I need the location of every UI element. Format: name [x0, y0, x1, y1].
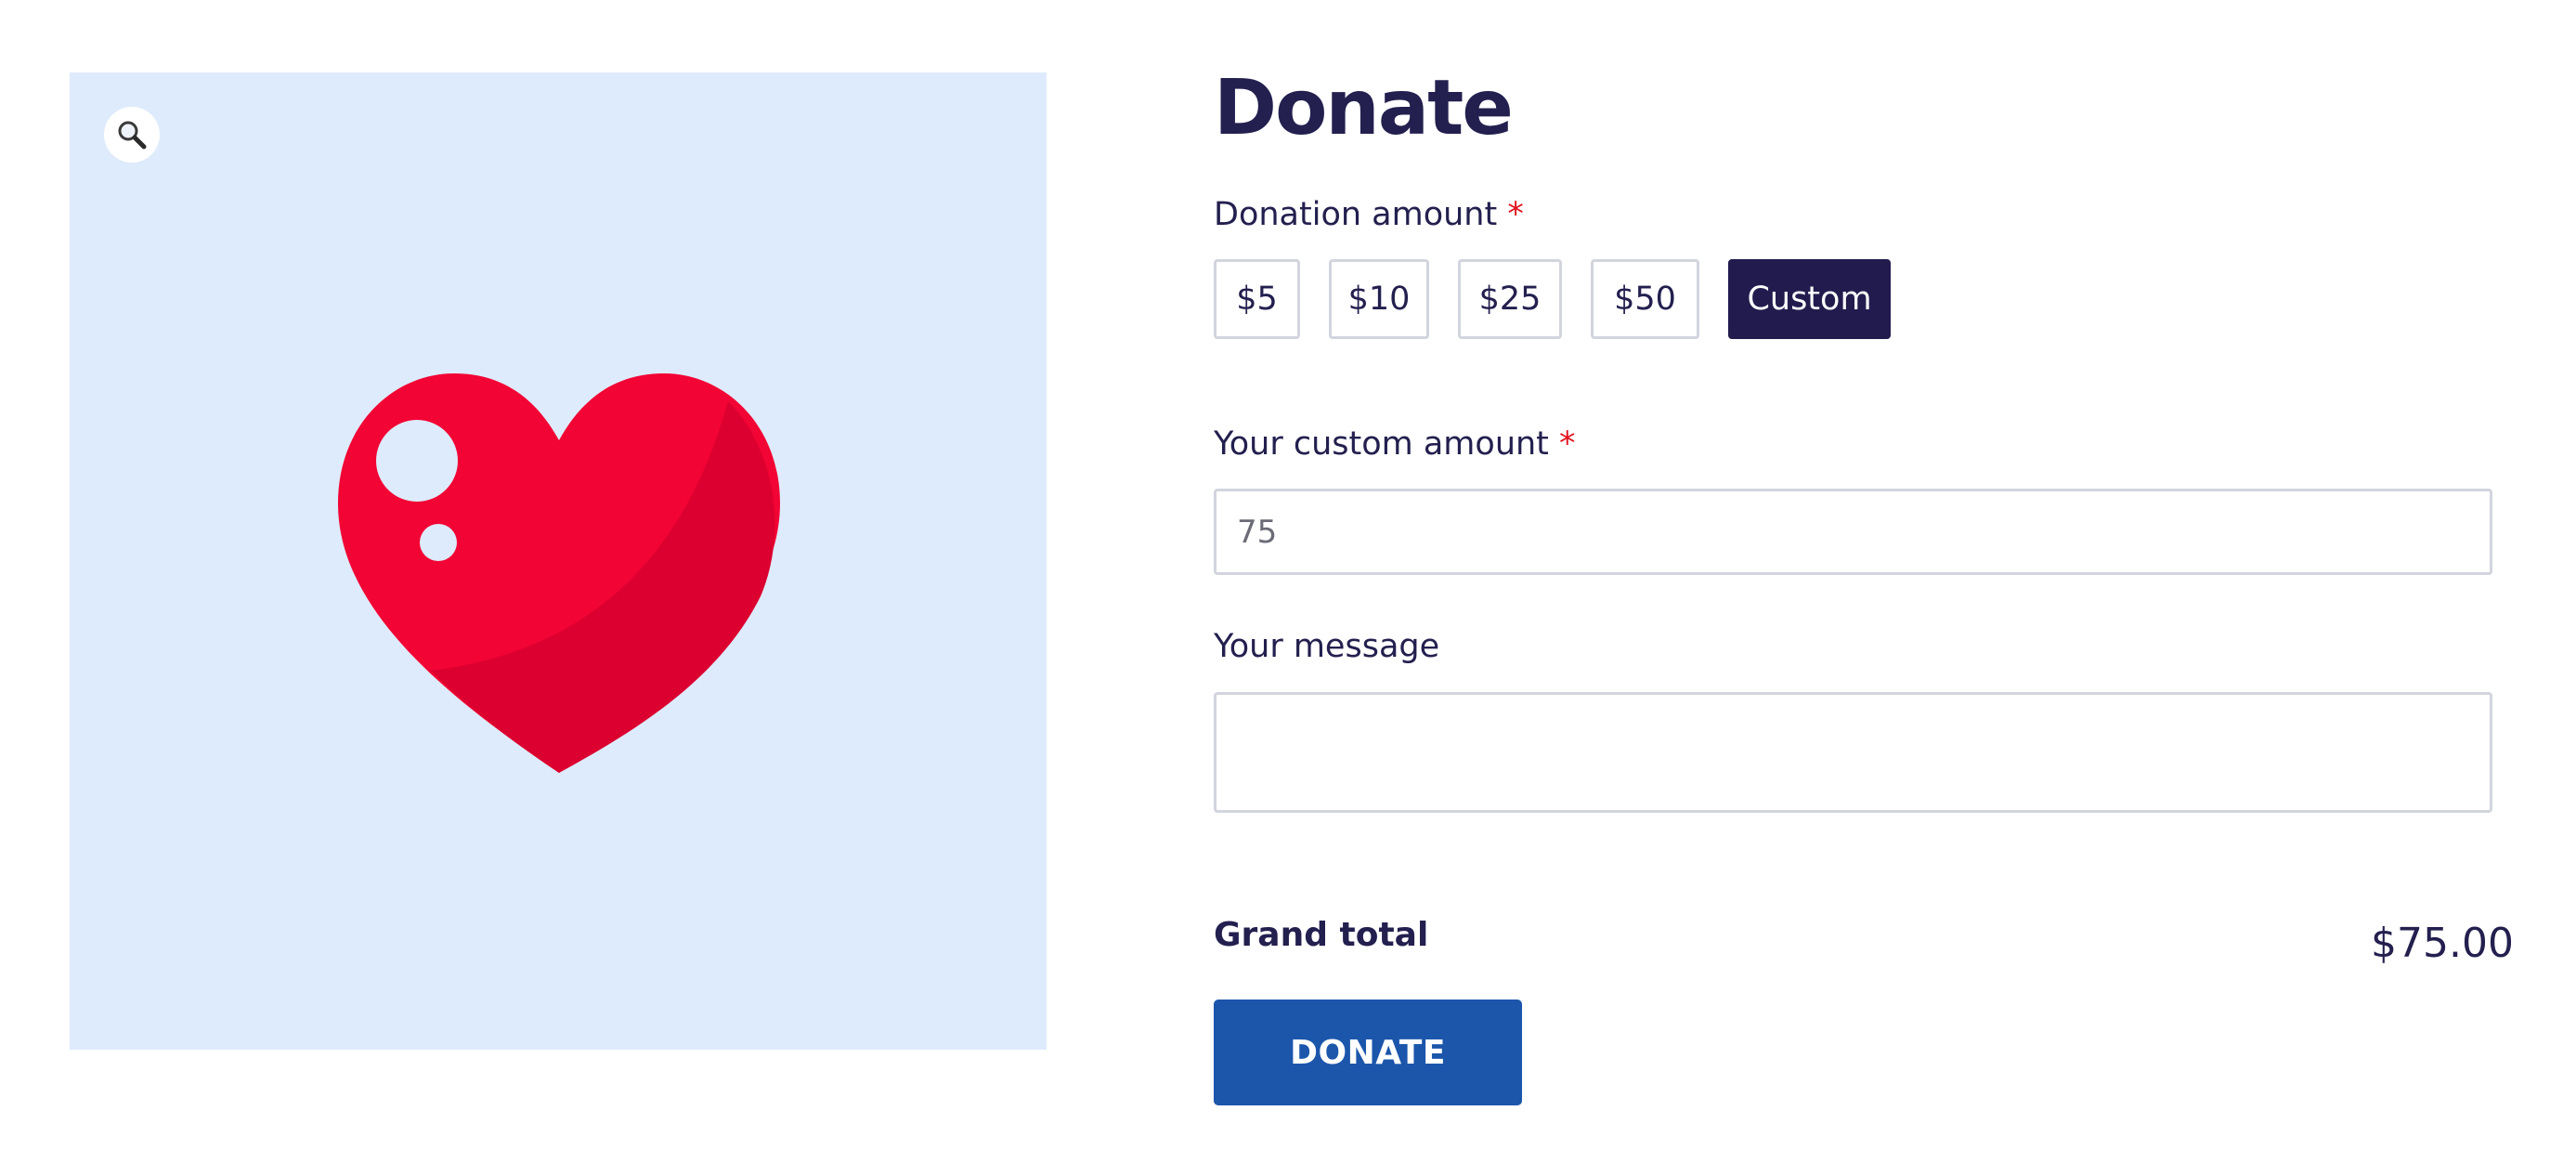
amount-options: $5 $10 $25 $50 Custom — [1214, 259, 1891, 339]
custom-amount-input[interactable]: 75 — [1214, 489, 2492, 575]
custom-amount-label-text: Your custom amount — [1214, 425, 1549, 463]
amount-option-5[interactable]: $5 — [1214, 259, 1300, 339]
amount-option-25[interactable]: $25 — [1458, 259, 1562, 339]
zoom-button[interactable] — [104, 107, 160, 163]
amount-option-10[interactable]: $10 — [1329, 259, 1429, 339]
message-label: Your message — [1214, 628, 1440, 665]
donate-button[interactable]: DONATE — [1214, 1000, 1522, 1105]
amount-option-50[interactable]: $50 — [1591, 259, 1699, 339]
page-title: Donate — [1214, 64, 1514, 152]
required-mark: * — [1559, 425, 1576, 463]
amount-option-custom[interactable]: Custom — [1728, 259, 1891, 339]
donation-amount-label: Donation amount * — [1214, 196, 1524, 233]
grand-total-value: $75.00 — [2371, 920, 2514, 967]
required-mark: * — [1507, 196, 1524, 233]
heart-icon — [338, 373, 780, 773]
grand-total-label: Grand total — [1214, 916, 1429, 954]
donation-amount-label-text: Donation amount — [1214, 196, 1498, 233]
message-input[interactable] — [1214, 692, 2492, 813]
custom-amount-label: Your custom amount * — [1214, 425, 1576, 463]
product-gallery — [70, 72, 1047, 1050]
magnifier-icon — [118, 121, 147, 150]
